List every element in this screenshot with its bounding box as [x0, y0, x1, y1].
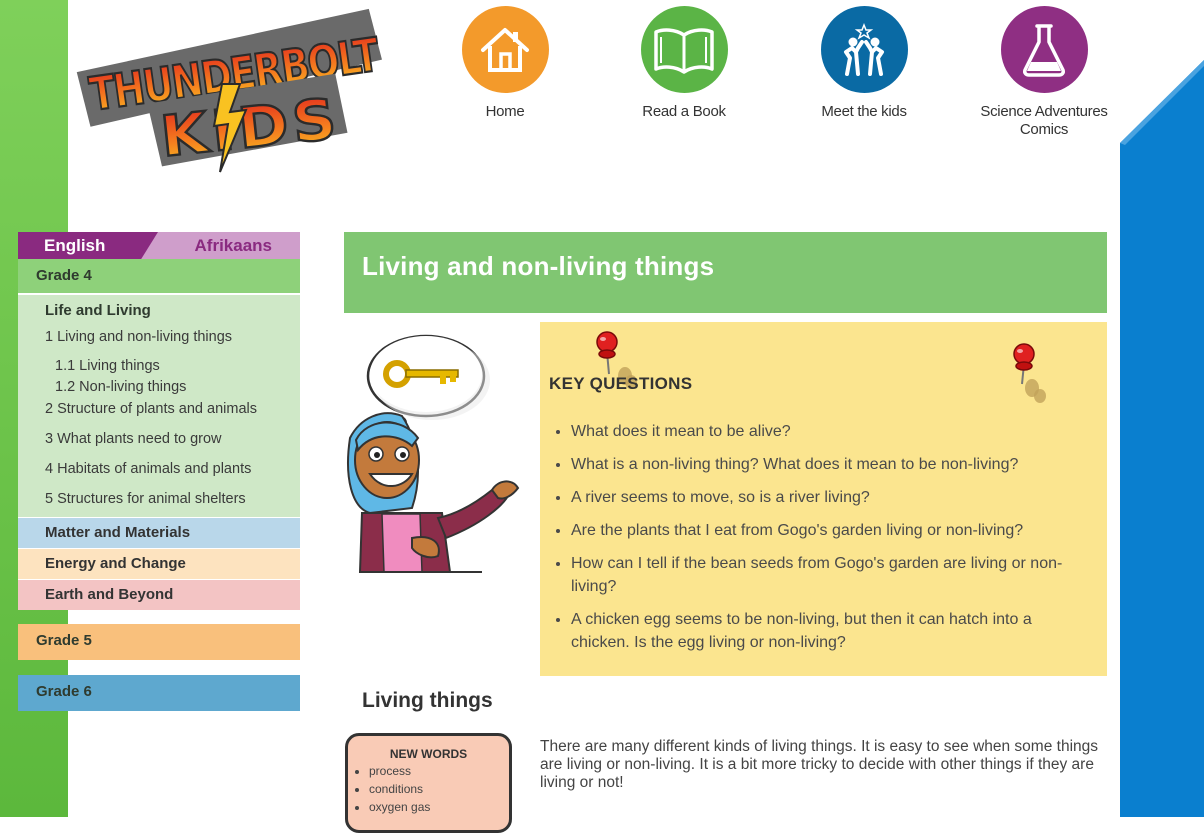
nav-meet-kids-label[interactable]: Meet the kids [784, 103, 944, 121]
grade-4-header[interactable]: Grade 4 [18, 259, 300, 293]
toc-item-2[interactable]: 2 Structure of plants and animals [18, 399, 300, 429]
new-words-box: NEW WORDS process conditions oxygen gas [345, 733, 512, 833]
thunderbolt-kids-logo[interactable]: THUNDERBOLT KIDS [70, 2, 404, 178]
page-title: Living and non-living things [362, 251, 715, 281]
grade-5-header[interactable]: Grade 5 [18, 624, 300, 660]
sidebar: English Afrikaans Grade 4 Life and Livin… [18, 232, 300, 711]
toc-item-3[interactable]: 3 What plants need to grow [18, 429, 300, 459]
question-item: What does it mean to be alive? [571, 420, 1091, 443]
toc-item-5[interactable]: 5 Structures for animal shelters [18, 489, 300, 511]
lang-english-label[interactable]: English [44, 236, 105, 256]
question-item: How can I tell if the bean seeds from Go… [571, 552, 1091, 598]
grade-6-label[interactable]: Grade 6 [36, 683, 92, 700]
key-questions-heading: KEY QUESTIONS [549, 374, 693, 393]
nav-science-comics[interactable]: Science Adventures Comics [964, 6, 1124, 139]
kids-icon[interactable] [820, 6, 908, 93]
new-word-item: conditions [369, 780, 430, 798]
lang-afrikaans-tab[interactable]: Afrikaans [195, 236, 272, 256]
question-item: Are the plants that I eat from Gogo's ga… [571, 519, 1091, 542]
new-word-item: oxygen gas [369, 798, 430, 816]
language-switcher: English Afrikaans [18, 232, 300, 259]
nav-home[interactable]: Home [425, 6, 585, 121]
new-word-item: process [369, 762, 430, 780]
nav-science-comics-label[interactable]: Science Adventures Comics [964, 103, 1124, 139]
flask-icon[interactable] [1000, 6, 1088, 93]
life-and-living-section: Life and Living 1 Living and non-living … [18, 293, 300, 517]
question-item: A chicken egg seems to be non-living, bu… [571, 608, 1091, 654]
pushpin-icon [1013, 343, 1046, 403]
nav-home-label[interactable]: Home [425, 103, 585, 121]
home-icon[interactable] [461, 6, 549, 93]
lang-english-tab[interactable]: English [18, 232, 158, 259]
new-words-heading: NEW WORDS [389, 747, 468, 761]
nav-read-book-label[interactable]: Read a Book [604, 103, 764, 121]
grade-6-header[interactable]: Grade 6 [18, 675, 300, 711]
nav-read-book[interactable]: Read a Book [604, 6, 764, 121]
section-heading-living-things: Living things [362, 689, 493, 712]
intro-paragraph: There are many different kinds of living… [540, 738, 1098, 791]
grade-5-label[interactable]: Grade 5 [36, 632, 92, 649]
key-questions-list: What does it mean to be alive? What is a… [553, 420, 1091, 664]
nav-meet-kids[interactable]: Meet the kids [784, 6, 944, 121]
question-item: A river seems to move, so is a river liv… [571, 486, 1091, 509]
toc-item-4[interactable]: 4 Habitats of animals and plants [18, 459, 300, 489]
life-and-living-link[interactable]: Life and Living [18, 301, 300, 327]
topic-earth-beyond[interactable]: Earth and Beyond [18, 579, 300, 610]
grade-4-label[interactable]: Grade 4 [36, 267, 92, 284]
right-decor-band [1120, 60, 1204, 817]
toc-item-1-2[interactable]: 1.2 Non-living things [18, 378, 300, 399]
toc-item-1-1[interactable]: 1.1 Living things [18, 357, 300, 378]
topic-energy-change[interactable]: Energy and Change [18, 548, 300, 579]
question-item: What is a non-living thing? What does it… [571, 453, 1091, 476]
toc-item-1[interactable]: 1 Living and non-living things [18, 327, 300, 357]
book-icon[interactable] [640, 6, 728, 93]
girl-with-key-illustration [347, 334, 520, 573]
new-words-list: process conditions oxygen gas [352, 762, 430, 816]
key-questions-box: KEY QUESTIONS What does it mean to be al… [540, 322, 1107, 676]
topic-matter-materials[interactable]: Matter and Materials [18, 517, 300, 548]
page-title-banner: Living and non-living things [344, 232, 1107, 313]
